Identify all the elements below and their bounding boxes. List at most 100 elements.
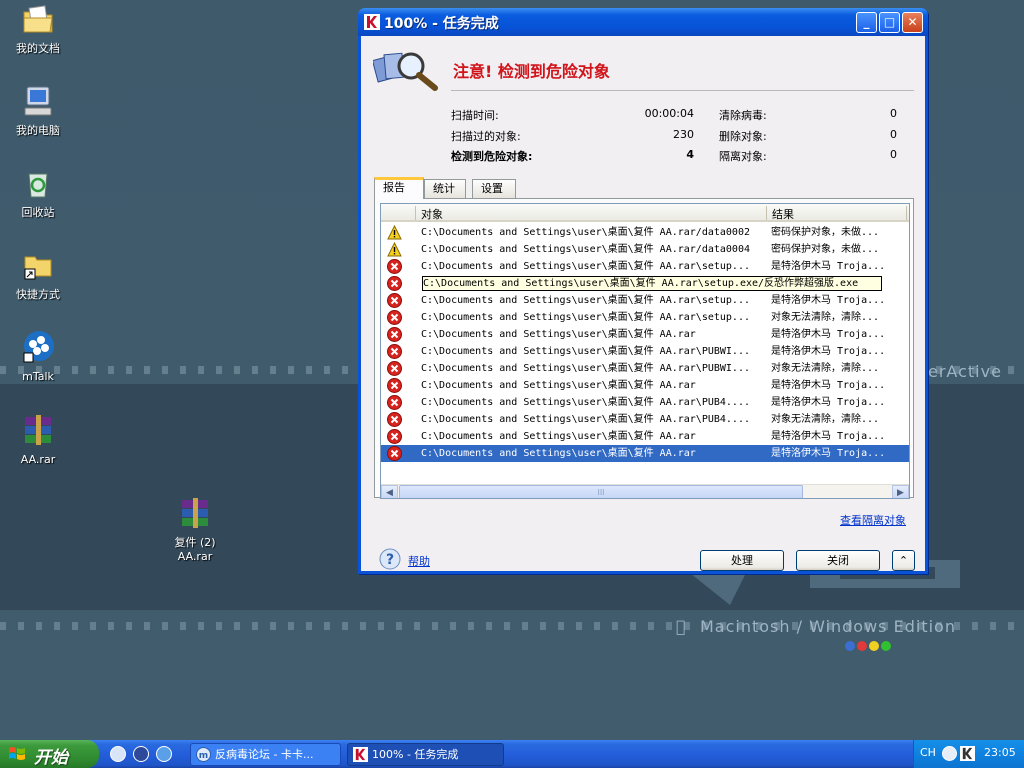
row-result: 是特洛伊木马 Troja... <box>771 380 886 391</box>
row-result: 是特洛伊木马 Troja... <box>771 329 886 340</box>
help-question-icon[interactable]: ? <box>379 548 401 570</box>
svg-text:m: m <box>199 751 208 761</box>
desktop-icon-my-computer[interactable]: 我的电脑 <box>0 84 76 138</box>
column-separator[interactable] <box>906 206 907 220</box>
process-button[interactable]: 处理 <box>700 550 784 571</box>
deleted-value: 0 <box>890 128 897 141</box>
quicklaunch-media-player-icon[interactable] <box>133 746 149 762</box>
table-row[interactable]: C:\Documents and Settings\user\桌面\复件 AA.… <box>381 377 909 394</box>
table-row[interactable]: C:\Documents and Settings\user\桌面\复件 AA.… <box>381 292 909 309</box>
table-row[interactable]: C:\Documents and Settings\user\桌面\复件 AA.… <box>381 394 909 411</box>
row-object: C:\Documents and Settings\user\桌面\复件 AA.… <box>421 329 696 340</box>
desktop-icon-label: 我的电脑 <box>16 124 60 137</box>
row-object: C:\Documents and Settings\user\桌面\复件 AA.… <box>421 244 750 255</box>
tab-report[interactable]: 报告 <box>374 177 424 199</box>
quicklaunch-ie-icon[interactable] <box>156 746 172 762</box>
row-object: C:\Documents and Settings\user\桌面\复件 AA.… <box>421 448 696 459</box>
clock: 23:05 <box>984 746 1016 759</box>
table-row[interactable]: C:\Documents and Settings\user\桌面\复件 AA.… <box>381 343 909 360</box>
table-row[interactable]: C:\Documents and Settings\user\桌面\复件 AA.… <box>381 224 909 241</box>
window-client-area: 注意! 检测到危险对象 扫描时间: 00:00:04 扫描过的对象: 230 检… <box>361 36 925 571</box>
row-object: C:\Documents and Settings\user\桌面\复件 AA.… <box>421 431 696 442</box>
scan-time-label: 扫描时间: <box>451 109 499 122</box>
wallpaper-edition-text: Macintosh / Windows Edition <box>700 617 956 636</box>
row-result: 密码保护对象，未做... <box>771 227 880 238</box>
collapse-button[interactable]: ⌃ <box>892 550 915 571</box>
row-result: 是特洛伊木马 Troja... <box>771 448 886 459</box>
row-result: 是特洛伊木马 Troja... <box>771 261 886 272</box>
task-label: 反病毒论坛 - 卡卡... <box>215 748 314 761</box>
desktop-icon-my-documents[interactable]: 我的文档 <box>0 2 76 56</box>
taskbar-task-scan-window[interactable]: 100% - 任务完成 <box>347 743 504 766</box>
row-result: 是特洛伊木马 Troja... <box>771 397 886 408</box>
row-result: 是特洛伊木马 Troja... <box>771 431 886 442</box>
scan-results-window: 100% - 任务完成 _ □ ✕ 注意! 检测到危险对象 扫描时间: 00:0… <box>358 8 928 574</box>
column-separator[interactable] <box>766 206 767 220</box>
threat-icon <box>387 361 402 376</box>
detected-objects-value: 4 <box>686 148 694 161</box>
quicklaunch-maxthon-icon[interactable] <box>110 746 126 762</box>
maximize-button[interactable]: □ <box>879 12 900 33</box>
computer-icon <box>24 86 52 116</box>
kaspersky-k-icon <box>353 747 368 762</box>
minimize-button[interactable]: _ <box>856 12 877 33</box>
table-row[interactable]: C:\Documents and Settings\user\桌面\复件 AA.… <box>381 309 909 326</box>
desktop-icon-shortcut[interactable]: 快捷方式 <box>0 248 76 302</box>
column-header-result[interactable]: 结果 <box>772 206 794 222</box>
column-separator[interactable] <box>415 206 416 220</box>
row-object: C:\Documents and Settings\user\桌面\复件 AA.… <box>421 295 750 306</box>
kaspersky-tray-icon[interactable] <box>960 746 975 761</box>
table-row[interactable]: C:\Documents and Settings\user\桌面\复件 AA.… <box>381 411 909 428</box>
report-list[interactable]: 对象 结果 C:\Documents and Settings\user\桌面\… <box>380 203 910 499</box>
row-object: C:\Documents and Settings\user\桌面\复件 AA.… <box>421 380 696 391</box>
desktop-icon-copy-aa-rar[interactable]: 复件 (2) AA.rar <box>157 496 233 564</box>
view-quarantine-link[interactable]: 查看隔离对象 <box>840 512 906 528</box>
scroll-left-arrow[interactable]: ◀ <box>381 485 398 498</box>
system-tray: CH 23:05 <box>913 740 1024 768</box>
taskbar-task-forum[interactable]: m 反病毒论坛 - 卡卡... <box>190 743 341 766</box>
table-row[interactable]: C:\Documents and Settings\user\桌面\复件 AA.… <box>381 445 909 462</box>
report-tab-panel: 对象 结果 C:\Documents and Settings\user\桌面\… <box>374 198 914 499</box>
table-row[interactable]: C:\Documents and Settings\user\桌面\复件 AA.… <box>381 275 909 292</box>
table-row[interactable]: C:\Documents and Settings\user\桌面\复件 AA.… <box>381 360 909 377</box>
threat-icon <box>387 276 402 291</box>
table-row[interactable]: C:\Documents and Settings\user\桌面\复件 AA.… <box>381 258 909 275</box>
taskbar: 开始 m 反病毒论坛 - 卡卡... 100% - 任务完成 CH 23:05 <box>0 740 1024 768</box>
threat-icon <box>387 259 402 274</box>
window-title: 100% - 任务完成 <box>384 16 499 32</box>
table-row[interactable]: C:\Documents and Settings\user\桌面\复件 AA.… <box>381 428 909 445</box>
threat-icon <box>387 293 402 308</box>
tab-settings[interactable]: 设置 <box>472 179 516 198</box>
desktop-icon-recycle-bin[interactable]: 回收站 <box>0 166 76 220</box>
threat-icon <box>387 446 402 461</box>
threat-icon <box>387 412 402 427</box>
detected-objects-label: 检测到危险对象: <box>451 150 533 163</box>
threat-icon <box>387 327 402 342</box>
scanned-objects-value: 230 <box>673 128 694 141</box>
close-button[interactable]: 关闭 <box>796 550 880 571</box>
desktop-icon-label: 快捷方式 <box>16 288 60 301</box>
title-bar[interactable]: 100% - 任务完成 _ □ ✕ <box>358 8 928 36</box>
scroll-right-arrow[interactable]: ▶ <box>892 485 909 498</box>
horizontal-scrollbar[interactable]: ◀ III ▶ <box>381 484 909 498</box>
quarantined-value: 0 <box>890 148 897 161</box>
language-indicator[interactable]: CH <box>920 746 936 759</box>
start-button[interactable]: 开始 <box>0 740 99 768</box>
help-link[interactable]: 帮助 <box>408 553 430 569</box>
table-row[interactable]: C:\Documents and Settings\user\桌面\复件 AA.… <box>381 326 909 343</box>
tray-app-icon[interactable] <box>942 746 957 761</box>
table-row[interactable]: C:\Documents and Settings\user\桌面\复件 AA.… <box>381 241 909 258</box>
scan-time-value: 00:00:04 <box>644 107 694 120</box>
desktop-icon-aa-rar[interactable]: AA.rar <box>0 413 76 467</box>
scan-magnifier-icon <box>373 52 438 91</box>
column-header-object[interactable]: 对象 <box>421 206 443 222</box>
row-result: 是特洛伊木马 Troja... <box>771 346 886 357</box>
row-result: 对象无法清除，清除... <box>771 414 880 425</box>
desktop-icon-label: 我的文档 <box>16 42 60 55</box>
close-window-button[interactable]: ✕ <box>902 12 923 33</box>
mtalk-icon <box>23 331 54 363</box>
tab-statistics[interactable]: 统计 <box>424 179 466 198</box>
wallpaper-apple-icon:  <box>676 617 687 636</box>
scroll-thumb[interactable]: III <box>399 485 803 498</box>
desktop-icon-mtalk[interactable]: mTalk <box>0 330 76 384</box>
